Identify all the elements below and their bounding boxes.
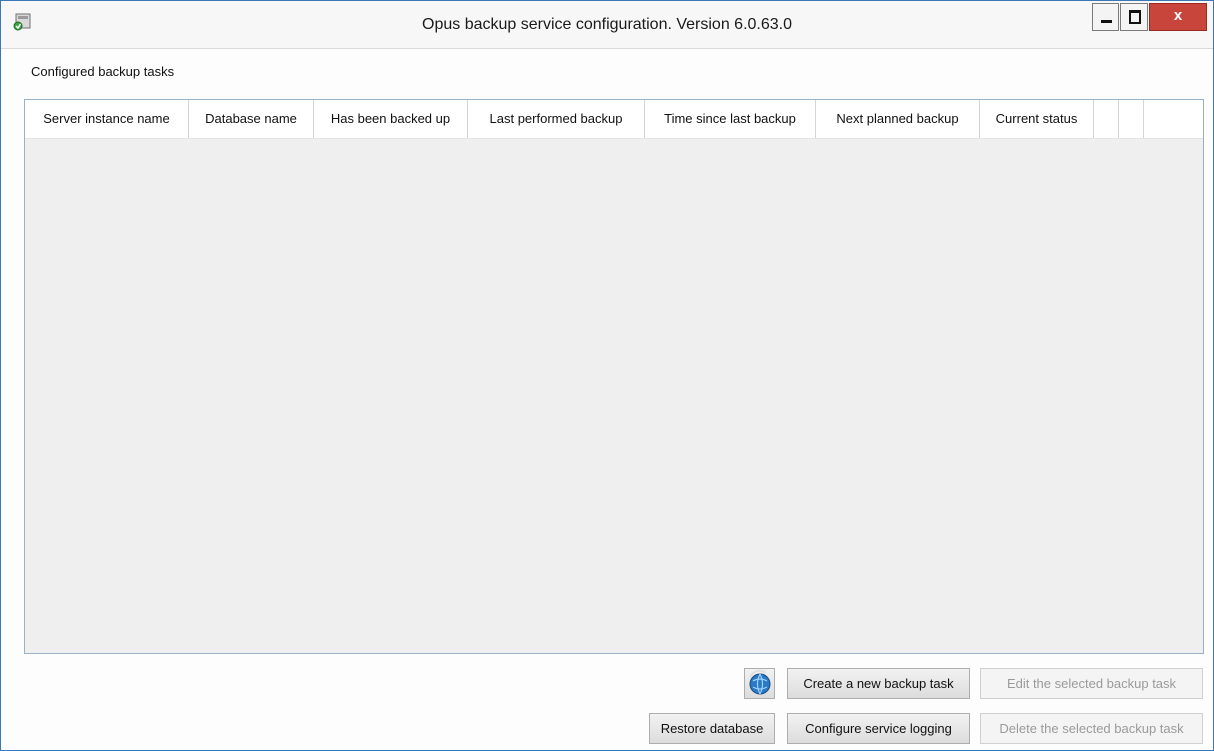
maximize-icon [1129, 10, 1141, 24]
backup-tasks-grid[interactable]: Server instance name Database name Has b… [24, 99, 1204, 654]
close-button[interactable]: x [1149, 3, 1207, 31]
refresh-globe-icon [749, 669, 771, 695]
restore-database-button[interactable]: Restore database [649, 713, 775, 744]
column-header-has-been-backed-up[interactable]: Has been backed up [314, 100, 468, 138]
close-icon: x [1173, 7, 1183, 24]
grid-header: Server instance name Database name Has b… [25, 100, 1203, 139]
app-window: Opus backup service configuration. Versi… [0, 0, 1214, 751]
column-header-current-status[interactable]: Current status [980, 100, 1094, 138]
minimize-button[interactable] [1092, 3, 1119, 31]
column-header-extra-1[interactable] [1094, 100, 1119, 138]
title-bar[interactable]: Opus backup service configuration. Versi… [1, 1, 1213, 49]
create-backup-task-button[interactable]: Create a new backup task [787, 668, 970, 699]
maximize-button[interactable] [1120, 3, 1148, 31]
column-header-last-performed-backup[interactable]: Last performed backup [468, 100, 645, 138]
column-header-server-instance[interactable]: Server instance name [25, 100, 189, 138]
column-header-next-planned-backup[interactable]: Next planned backup [816, 100, 980, 138]
minimize-icon [1101, 20, 1112, 23]
column-header-time-since-last-backup[interactable]: Time since last backup [645, 100, 816, 138]
column-header-database-name[interactable]: Database name [189, 100, 314, 138]
window-title: Opus backup service configuration. Versi… [422, 16, 792, 33]
edit-backup-task-button[interactable]: Edit the selected backup task [980, 668, 1203, 699]
configure-service-logging-button[interactable]: Configure service logging [787, 713, 970, 744]
column-header-extra-2[interactable] [1119, 100, 1144, 138]
delete-backup-task-button[interactable]: Delete the selected backup task [980, 713, 1203, 744]
refresh-button[interactable] [744, 668, 775, 699]
section-label: Configured backup tasks [31, 64, 175, 79]
